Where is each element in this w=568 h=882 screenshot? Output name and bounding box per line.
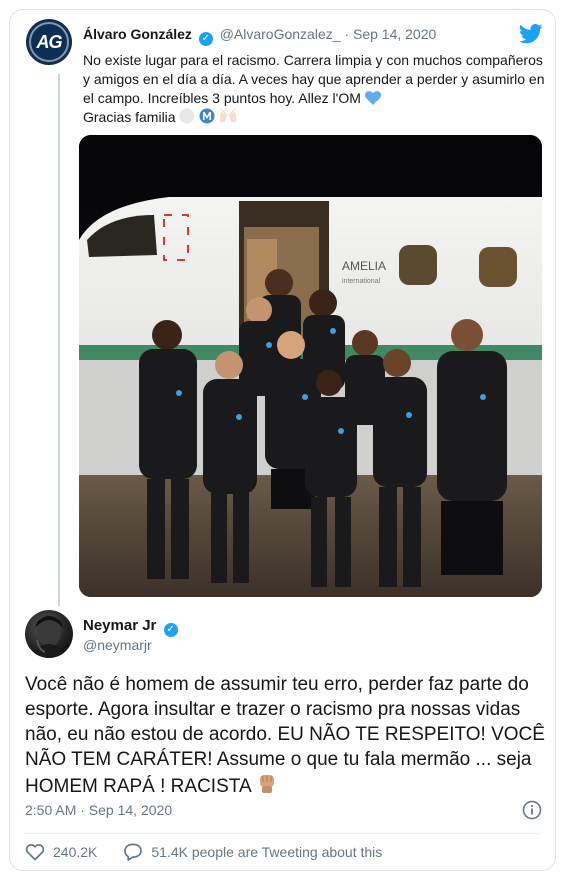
quoted-tweet-text: No existe lugar para el racismo. Carrera… [83, 51, 553, 127]
avatar-portrait-icon [33, 616, 65, 658]
author-handle[interactable]: @AlvaroGonzalez_ [220, 26, 341, 42]
header-separator: · [344, 26, 350, 42]
white-circle-icon [179, 108, 195, 124]
info-icon[interactable] [522, 800, 542, 820]
tweeting-about-text: 51.4K people are Tweeting about this [151, 844, 383, 860]
tweet-body: Você não é homem de assumir teu erro, pe… [25, 674, 545, 797]
verified-badge-icon: ✓ [163, 623, 178, 637]
like-button[interactable]: 240.2K [25, 843, 97, 861]
like-count: 240.2K [53, 844, 98, 860]
tweet-card: AG Álvaro González ✓ @AlvaroGonzalez_ · … [9, 9, 556, 871]
tweet-actions: 240.2K 51.4K people are Tweeting about t… [25, 842, 408, 862]
raised-hands-icon [220, 108, 237, 123]
quoted-tweet-thanks: Gracias familia [83, 109, 176, 125]
quoted-tweet-body: No existe lugar para el racismo. Carrera… [83, 52, 545, 106]
author-name[interactable]: Neymar Jr [83, 617, 156, 634]
verified-badge-icon: ✓ [198, 32, 213, 46]
tweet-text: Você não é homem de assumir teu erro, pe… [25, 672, 545, 799]
raised-fist-icon [259, 775, 274, 793]
avatar-alvaro-gonzalez[interactable]: AG [26, 19, 72, 65]
actions-divider [25, 833, 540, 834]
thread-connector-line [58, 74, 60, 606]
tweet-header: Neymar Jr ✓ [83, 617, 181, 637]
tweet-timestamp[interactable]: 2:50 AM · Sep 14, 2020 [25, 802, 172, 818]
aircraft-airline-subname: international [342, 278, 381, 285]
aircraft-airline-name: AMELIA [342, 259, 386, 273]
tweet-date[interactable]: Sep 14, 2020 [353, 26, 436, 42]
m-circle-icon [199, 108, 215, 124]
conversation-button[interactable]: 51.4K people are Tweeting about this [123, 842, 382, 862]
twitter-bird-icon[interactable] [519, 24, 543, 44]
speech-bubble-icon [124, 843, 143, 861]
author-name[interactable]: Álvaro González [83, 26, 192, 42]
heart-icon [25, 844, 45, 861]
blue-heart-icon [364, 91, 381, 105]
team-photo-illustration: AMELIA international [79, 135, 542, 597]
tweet-photo[interactable]: AMELIA international [79, 135, 542, 597]
author-handle[interactable]: @neymarjr [83, 637, 152, 653]
avatar-neymar[interactable] [25, 610, 73, 658]
quoted-tweet-header: Álvaro González ✓ @AlvaroGonzalez_ · Sep… [83, 26, 436, 46]
